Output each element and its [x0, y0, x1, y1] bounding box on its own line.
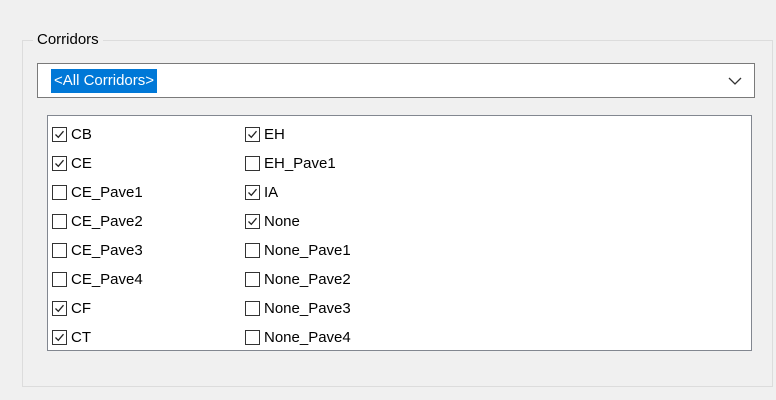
dropdown-selected-value: <All Corridors> — [51, 69, 158, 93]
checklist-item-label: None_Pave1 — [264, 241, 351, 259]
checklist-item[interactable]: CE_Pave3 — [52, 236, 143, 265]
checklist-item[interactable]: None_Pave1 — [245, 236, 351, 265]
checklist-item[interactable]: CB — [52, 120, 143, 149]
checkbox-checked[interactable] — [52, 301, 67, 316]
checkmark-icon — [55, 130, 64, 139]
checklist-item[interactable]: CE_Pave4 — [52, 265, 143, 294]
checkmark-icon — [55, 304, 64, 313]
checklist-item[interactable]: CT — [52, 323, 143, 352]
checklist-item-label: CE_Pave3 — [71, 241, 143, 259]
checklist-item[interactable]: None_Pave3 — [245, 294, 351, 323]
checkmark-icon — [248, 130, 257, 139]
checklist-item-label: CE_Pave1 — [71, 183, 143, 201]
checkbox-unchecked[interactable] — [52, 185, 67, 200]
checklist-item-label: CE_Pave2 — [71, 212, 143, 230]
checklist-item[interactable]: None — [245, 207, 351, 236]
checkbox-unchecked[interactable] — [245, 330, 260, 345]
checkbox-unchecked[interactable] — [245, 156, 260, 171]
checkbox-checked[interactable] — [52, 127, 67, 142]
chevron-down-icon[interactable] — [728, 75, 742, 87]
checkbox-checked[interactable] — [245, 185, 260, 200]
checklist-item-label: CE_Pave4 — [71, 270, 143, 288]
groupbox-title: Corridors — [33, 30, 103, 50]
checkbox-unchecked[interactable] — [245, 243, 260, 258]
checkbox-checked[interactable] — [52, 156, 67, 171]
checklist-item-label: None_Pave3 — [264, 299, 351, 317]
checklist-item[interactable]: CE_Pave2 — [52, 207, 143, 236]
checklist-item[interactable]: None_Pave2 — [245, 265, 351, 294]
checkmark-icon — [55, 333, 64, 342]
checkbox-checked[interactable] — [245, 214, 260, 229]
checkbox-unchecked[interactable] — [245, 301, 260, 316]
checkbox-unchecked[interactable] — [52, 214, 67, 229]
checklist-item-label: CT — [71, 328, 91, 346]
checkbox-checked[interactable] — [245, 127, 260, 142]
checklist-item[interactable]: CE_Pave1 — [52, 178, 143, 207]
checklist-item-label: IA — [264, 183, 279, 201]
checkbox-unchecked[interactable] — [245, 272, 260, 287]
checklist-item[interactable]: IA — [245, 178, 351, 207]
checkmark-icon — [55, 159, 64, 168]
checklist-item-label: CE — [71, 154, 92, 172]
checklist-item-label: CB — [71, 125, 92, 143]
checklist-item-label: EH — [264, 125, 285, 143]
checkbox-checked[interactable] — [52, 330, 67, 345]
checklist-item-label: None — [264, 212, 300, 230]
checklist-item-label: CF — [71, 299, 91, 317]
checklist-item[interactable]: CE — [52, 149, 143, 178]
checklist-item-label: None_Pave2 — [264, 270, 351, 288]
corridor-filter-dropdown[interactable]: <All Corridors> — [37, 63, 755, 98]
checklist-column-2: EH EH_Pave1 IA None None_Pave1 None_Pave2 None… — [245, 120, 351, 352]
checklist-item-label: None_Pave4 — [264, 328, 351, 346]
checklist-item[interactable]: EH — [245, 120, 351, 149]
checkbox-unchecked[interactable] — [52, 272, 67, 287]
checklist-item-label: EH_Pave1 — [264, 154, 336, 172]
checklist-column-1: CB CE CE_Pave1 CE_Pave2 CE_Pave3 CE_Pave4 CF CT — [52, 120, 143, 352]
corridor-checklist[interactable]: CB CE CE_Pave1 CE_Pave2 CE_Pave3 CE_Pave4 CF CT… — [47, 115, 752, 351]
checklist-item[interactable]: CF — [52, 294, 143, 323]
checkmark-icon — [248, 217, 257, 226]
checkmark-icon — [248, 188, 257, 197]
checklist-item[interactable]: EH_Pave1 — [245, 149, 351, 178]
checkbox-unchecked[interactable] — [52, 243, 67, 258]
checklist-item[interactable]: None_Pave4 — [245, 323, 351, 352]
